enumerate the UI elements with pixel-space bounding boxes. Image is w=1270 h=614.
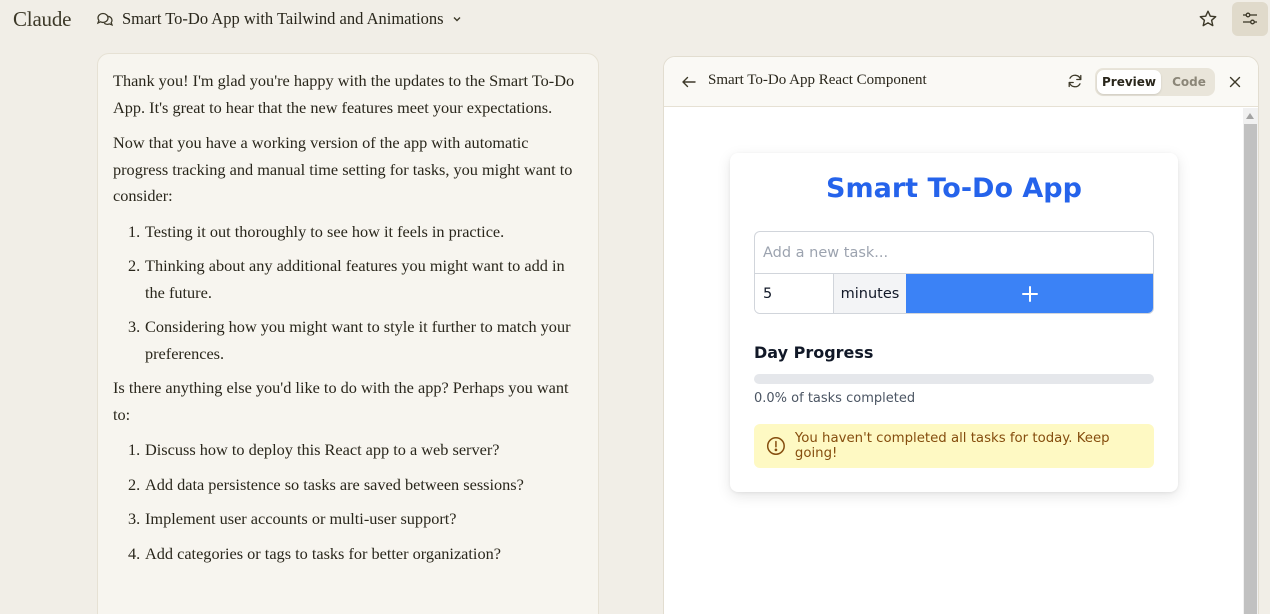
top-bar: Claude Smart To-Do App with Tailwind and… [0,0,1270,40]
progress-bar [754,374,1154,384]
artifact-header: Smart To-Do App React Component Preview … [664,57,1258,107]
progress-text: 0.0% of tasks completed [754,391,916,406]
list-item: 2. Add data persistence so tasks are save… [113,472,584,499]
brand-logo[interactable]: Claude [13,7,71,32]
preview-scrollbar[interactable] [1243,108,1258,614]
settings-button[interactable] [1232,2,1268,36]
star-icon [1199,10,1217,27]
list-item: 1. Testing it out thoroughly to see how i… [113,219,584,246]
scroll-thumb[interactable] [1244,124,1257,614]
list-item: 3. Considering how you might want to styl… [113,314,584,367]
list-number: 1. [128,440,141,459]
refresh-icon [1068,74,1082,88]
list-number: 3. [128,509,141,528]
time-row: minutes [754,273,1154,314]
list-item-text: Thinking about any additional features y… [145,256,565,302]
add-task-button[interactable] [906,274,1153,313]
refresh-button[interactable] [1066,72,1084,90]
message-paragraph: Now that you have a working version of t… [113,133,573,205]
list-number: 2. [128,474,141,494]
list-item-text: Implement user accounts or multi-user su… [145,509,457,528]
list-item: 1. Discuss how to deploy this React app t… [113,437,584,464]
arrow-left-icon [682,76,696,88]
alert-circle-icon [766,437,785,455]
list-item-text: Add categories or tags to tasks for bett… [145,543,501,563]
chat-bubbles-icon [96,10,114,28]
close-button[interactable] [1226,73,1244,91]
list-number: 2. [128,256,141,275]
todo-app-card: Smart To-Do App minutes Day Progress 0.0… [730,153,1178,492]
plus-icon [1021,285,1038,302]
minutes-label: minutes [834,274,906,313]
chat-title-dropdown[interactable]: Smart To-Do App with Tailwind and Animat… [96,9,462,29]
preview-code-toggle: Preview Code [1095,68,1215,96]
sliders-icon [1243,12,1257,25]
minutes-input[interactable] [755,274,834,313]
tab-code[interactable]: Code [1165,70,1213,94]
new-task-input[interactable] [754,231,1154,273]
suggestion-list: 1. Testing it out thoroughly to see how i… [113,219,584,368]
list-item: 3. Implement user accounts or multi-user … [113,506,584,533]
artifact-title: Smart To-Do App React Component [708,72,927,88]
list-item: 4. Add categories or tags to tasks for be… [113,541,584,568]
tab-preview[interactable]: Preview [1097,70,1161,94]
progress-heading: Day Progress [754,343,874,362]
list-number: 4. [128,543,141,563]
artifact-panel: Smart To-Do App React Component Preview … [663,56,1259,614]
next-steps-list: 1. Discuss how to deploy this React app t… [113,437,584,567]
list-item-text: Add data persistence so tasks are saved … [145,474,524,494]
message-paragraph: Is there anything else you'd like to do … [113,378,569,424]
alert-text: You haven't completed all tasks for toda… [794,431,1110,461]
incomplete-alert: You haven't completed all tasks for toda… [754,424,1154,468]
back-button[interactable] [680,73,698,91]
star-button[interactable] [1196,7,1220,31]
list-item-text: Testing it out thoroughly to see how it … [145,221,505,241]
assistant-message: Thank you! I'm glad you're happy with th… [97,53,599,614]
scroll-up-arrow-icon[interactable] [1246,113,1254,119]
list-number: 1. [128,221,141,241]
message-paragraph: Thank you! I'm glad you're happy with th… [113,71,575,117]
list-item: 2. Thinking about any additional features… [113,253,584,306]
app-title: Smart To-Do App [826,173,1082,204]
list-item-text: Discuss how to deploy this React app to … [145,440,500,459]
list-item-text: Considering how you might want to style … [145,317,571,363]
close-icon [1229,76,1241,88]
chevron-down-icon [452,14,462,24]
chat-title-text: Smart To-Do App with Tailwind and Animat… [122,9,444,28]
list-number: 3. [128,317,141,336]
